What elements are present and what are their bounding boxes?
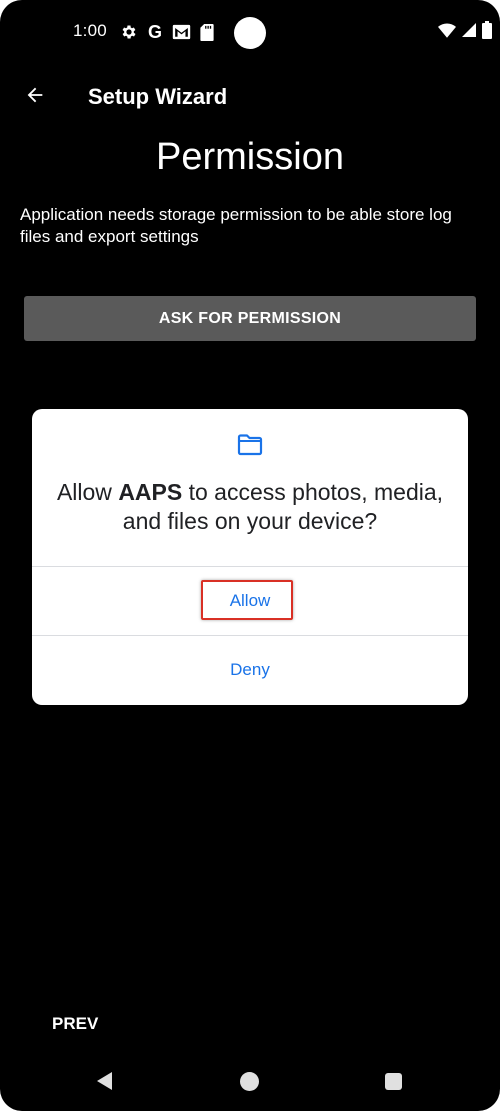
folder-icon [237, 434, 263, 456]
dialog-message-prefix: Allow [56, 479, 119, 505]
page-title: Permission [156, 136, 344, 178]
battery-icon [482, 21, 492, 44]
status-bar: 1:00 G [0, 0, 500, 64]
dialog-message: Allow AAPS to access photos, media, and … [52, 478, 448, 536]
status-notification-icons: G [119, 22, 217, 42]
nav-back-icon[interactable] [95, 1071, 115, 1091]
back-button[interactable] [20, 82, 50, 112]
ask-for-permission-button[interactable]: ASK FOR PERMISSION [24, 296, 476, 341]
app-bar-title: Setup Wizard [88, 84, 228, 109]
status-system-icons [438, 21, 492, 44]
sd-card-icon [197, 22, 217, 42]
prev-button[interactable]: PREV [52, 1014, 98, 1034]
permission-description: Application needs storage permission to … [20, 205, 452, 246]
nav-recents-icon[interactable] [385, 1073, 402, 1090]
google-icon: G [147, 22, 162, 42]
dialog-app-name: AAPS [118, 479, 183, 505]
gmail-icon [171, 22, 191, 42]
camera-cutout [234, 17, 266, 49]
cellular-signal-icon [462, 23, 476, 42]
arrow-back-icon [24, 84, 46, 111]
deny-button[interactable]: Deny [32, 636, 468, 704]
app-bar: Setup Wizard [0, 72, 500, 128]
device-screen: 1:00 G Setup Wizard Permission Applicati… [0, 0, 500, 1111]
navigation-bar [0, 1054, 500, 1111]
status-time: 1:00 [73, 21, 107, 40]
gear-icon [119, 22, 139, 42]
permission-dialog: Allow AAPS to access photos, media, and … [32, 409, 468, 705]
nav-home-icon[interactable] [240, 1072, 259, 1091]
allow-highlight-box [201, 580, 293, 620]
wifi-icon [438, 22, 456, 43]
